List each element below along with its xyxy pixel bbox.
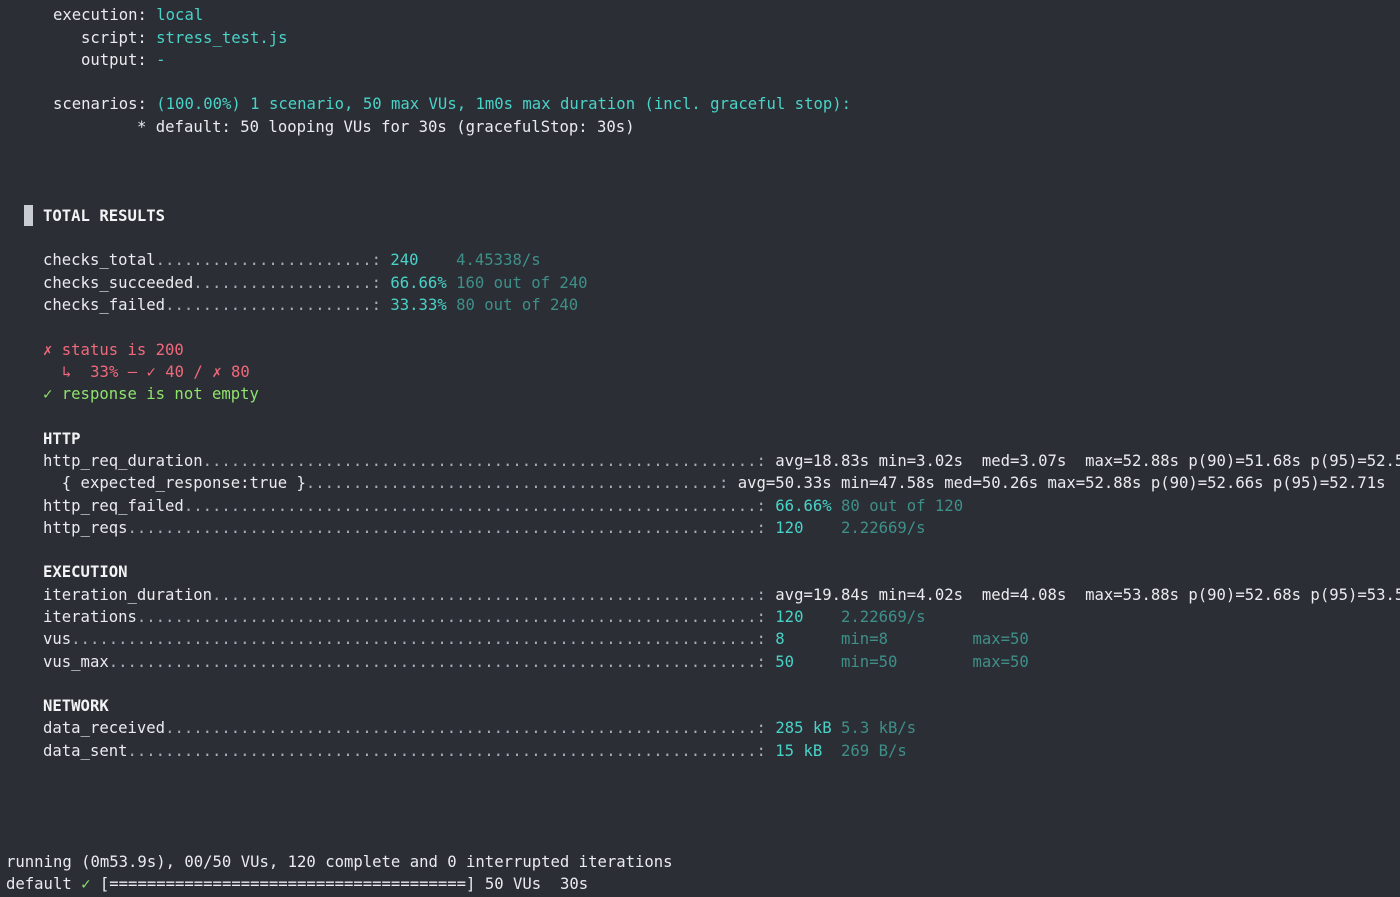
metric-name: vus_max bbox=[43, 653, 109, 671]
output-value: - bbox=[156, 51, 166, 69]
metric-row-checks-succeeded: checks_succeeded...................: 66.… bbox=[43, 272, 588, 294]
metric-name: checks_total bbox=[43, 251, 156, 269]
metric-row-data-received: data_received...........................… bbox=[43, 717, 916, 739]
metric-name: http_req_failed bbox=[43, 497, 184, 515]
execution-value: local bbox=[156, 6, 204, 24]
progress-time: 30s bbox=[559, 875, 589, 893]
metric-row-http-req-duration: http_req_duration.......................… bbox=[43, 450, 1400, 472]
progress-vus: 50 VUs bbox=[484, 875, 542, 893]
metric-name: http_req_duration bbox=[43, 452, 203, 470]
metric-value: 120 bbox=[775, 519, 804, 537]
metric-value: 50 bbox=[775, 653, 795, 671]
check-icon: ✓ bbox=[81, 875, 91, 893]
network-section-title: NETWORK bbox=[43, 697, 109, 715]
scenarios-value: (100.00%) 1 scenario, 50 max VUs, 1m0s m… bbox=[156, 95, 852, 113]
running-status: running (0m53.9s), 00/50 VUs, 120 comple… bbox=[6, 853, 673, 871]
metric-name: iteration_duration bbox=[43, 586, 212, 604]
metric-dots: ........................................… bbox=[183, 497, 766, 515]
metric-value: avg=19.84s min=4.02s med=4.08s max=53.88… bbox=[775, 586, 1400, 604]
scenario-default-line: * default: 50 looping VUs for 30s (grace… bbox=[137, 118, 635, 136]
scenario-name: default bbox=[6, 875, 72, 893]
output-line: output: - bbox=[81, 49, 166, 71]
metric-dots: ........................................… bbox=[165, 719, 766, 737]
metric-name: data_sent bbox=[43, 742, 128, 760]
metric-extra: 80 out of 240 bbox=[456, 296, 579, 314]
execution-line: execution: local bbox=[53, 4, 203, 26]
metric-row-data-sent: data_sent...............................… bbox=[43, 740, 907, 762]
metric-extra: 5.3 kB/s bbox=[841, 719, 917, 737]
section-marker bbox=[24, 205, 33, 226]
output-label: output: bbox=[81, 51, 147, 69]
metric-row-iteration-duration: iteration_duration......................… bbox=[43, 584, 1400, 606]
metric-row-checks-total: checks_total.......................: 240… bbox=[43, 249, 541, 271]
metric-dots: ......................: bbox=[165, 296, 381, 314]
metric-row-vus: vus.....................................… bbox=[43, 628, 1029, 650]
metric-value: 8 bbox=[775, 630, 785, 648]
metric-value: 15 kB bbox=[775, 742, 832, 760]
total-results-title: TOTAL RESULTS bbox=[43, 207, 166, 225]
metric-extra: 80 out of 120 bbox=[841, 497, 964, 515]
metric-name: checks_failed bbox=[43, 296, 166, 314]
metric-dots: ........................................… bbox=[305, 474, 729, 492]
metric-extra: 2.22669/s bbox=[841, 519, 926, 537]
metric-dots: ........................................… bbox=[127, 742, 766, 760]
metric-dots: .......................: bbox=[155, 251, 381, 269]
metric-value: 66.66% bbox=[390, 274, 447, 292]
metric-dots: ........................................… bbox=[136, 608, 766, 626]
metric-row-checks-failed: checks_failed......................: 33.… bbox=[43, 294, 578, 316]
metric-value: 120 bbox=[775, 608, 804, 626]
metric-value: 66.66% bbox=[775, 497, 832, 515]
execution-section-title: EXECUTION bbox=[43, 563, 128, 581]
metric-row-iterations: iterations..............................… bbox=[43, 606, 926, 628]
metric-row-expected-response: { expected_response:true }..............… bbox=[43, 472, 1386, 494]
metric-name: data_received bbox=[43, 719, 166, 737]
progress-bar: [======================================] bbox=[99, 875, 476, 893]
progress-line: default ✓ [=============================… bbox=[6, 873, 588, 895]
metric-value: avg=18.83s min=3.02s med=3.07s max=52.88… bbox=[775, 452, 1400, 470]
metric-name: { expected_response:true } bbox=[43, 474, 306, 492]
metric-value: 285 kB bbox=[775, 719, 832, 737]
metric-name: http_reqs bbox=[43, 519, 128, 537]
metric-value: 240 bbox=[390, 251, 419, 269]
metric-row-vus-max: vus_max.................................… bbox=[43, 651, 1029, 673]
scenarios-label: scenarios: bbox=[53, 95, 147, 113]
metric-extra: min=50 max=50 bbox=[841, 653, 1029, 671]
metric-dots: ........................................… bbox=[202, 452, 766, 470]
execution-label: execution: bbox=[53, 6, 147, 24]
metric-name: checks_succeeded bbox=[43, 274, 194, 292]
metric-value: 33.33% bbox=[390, 296, 447, 314]
check-failed-status: ✗ status is 200 bbox=[43, 341, 184, 359]
check-failed-detail: ↳ 33% — ✓ 40 / ✗ 80 bbox=[62, 363, 250, 381]
metric-extra: 4.45338/s bbox=[456, 251, 541, 269]
check-passed-status: ✓ response is not empty bbox=[43, 385, 259, 403]
metric-name: iterations bbox=[43, 608, 137, 626]
http-section-title: HTTP bbox=[43, 430, 81, 448]
metric-extra: 269 B/s bbox=[841, 742, 907, 760]
metric-extra: 2.22669/s bbox=[841, 608, 926, 626]
metric-value: avg=50.33s min=47.58s med=50.26s max=52.… bbox=[737, 474, 1386, 492]
script-label: script: bbox=[81, 29, 147, 47]
scenarios-line: scenarios: (100.00%) 1 scenario, 50 max … bbox=[53, 93, 851, 115]
terminal-output: execution: local script: stress_test.js … bbox=[0, 0, 1400, 897]
metric-extra: 160 out of 240 bbox=[456, 274, 588, 292]
metric-dots: ........................................… bbox=[212, 586, 766, 604]
metric-extra: min=8 max=50 bbox=[841, 630, 1029, 648]
metric-dots: ........................................… bbox=[108, 653, 766, 671]
metric-name: vus bbox=[43, 630, 72, 648]
metric-row-http-reqs: http_reqs...............................… bbox=[43, 517, 926, 539]
metric-dots: ........................................… bbox=[127, 519, 766, 537]
script-value: stress_test.js bbox=[156, 29, 288, 47]
metric-dots: ........................................… bbox=[71, 630, 766, 648]
metric-row-http-req-failed: http_req_failed.........................… bbox=[43, 495, 963, 517]
metric-dots: ...................: bbox=[193, 274, 381, 292]
script-line: script: stress_test.js bbox=[81, 27, 288, 49]
